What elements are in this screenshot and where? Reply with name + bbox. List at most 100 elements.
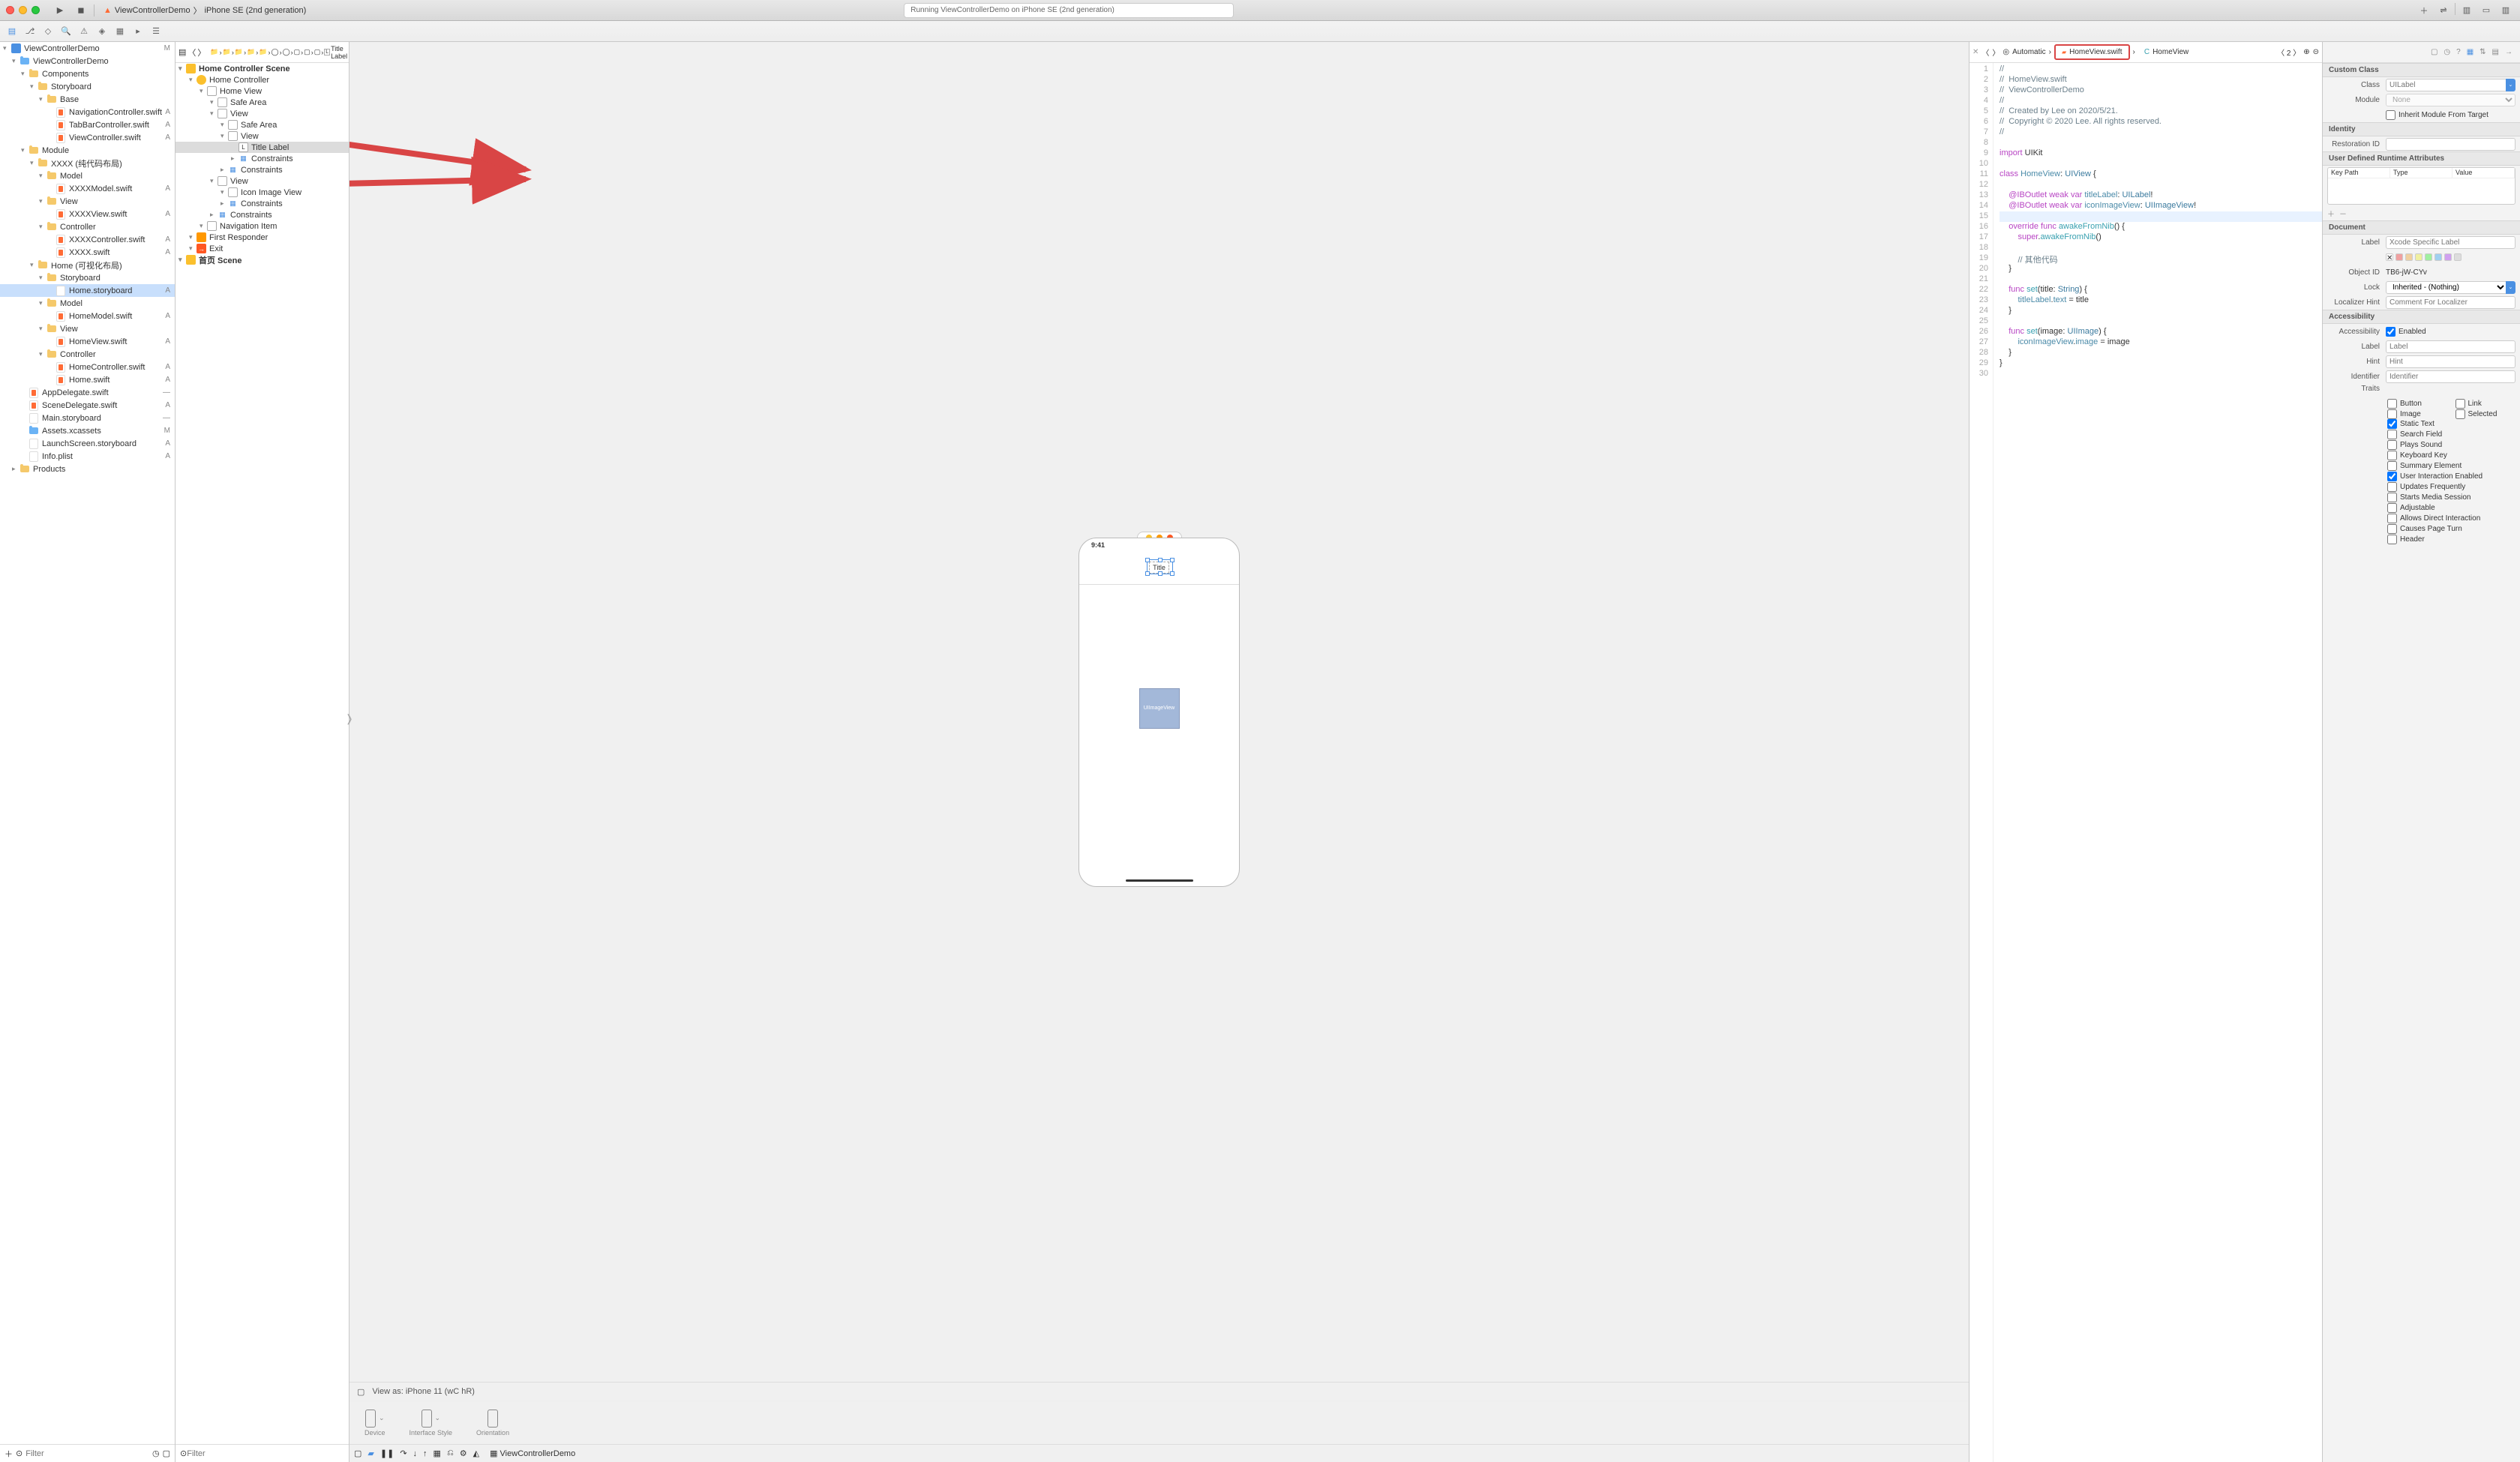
file-item[interactable]: Home.swiftA (0, 373, 175, 386)
document-label-field[interactable] (2386, 236, 2516, 249)
zoom-out-icon[interactable]: ▢ (354, 1449, 362, 1458)
interface-builder-canvas[interactable]: 9:41 Title (350, 42, 1970, 1462)
outline-item[interactable]: ▾Home Controller (176, 74, 349, 85)
file-item[interactable]: Info.plistA (0, 450, 175, 463)
outline-item[interactable]: ▾Home Controller Scene (176, 63, 349, 74)
folder-item[interactable]: ▾Controller (0, 348, 175, 361)
add-attr-icon[interactable]: ＋ (2327, 208, 2335, 219)
back-icon[interactable]: 〈 (1982, 46, 1989, 58)
accessibility-identifier-field[interactable] (2386, 370, 2516, 383)
automatic-mode-label[interactable]: Automatic (2012, 48, 2045, 56)
file-item[interactable]: XXXXView.swiftA (0, 208, 175, 220)
interface-style-picker[interactable]: ⌄ Interface Style (410, 1410, 453, 1437)
file-item[interactable]: TabBarController.swiftA (0, 118, 175, 131)
run-button[interactable]: ▶ (52, 3, 68, 18)
outline-item[interactable]: ▸▦Constraints (176, 198, 349, 209)
color-purple-swatch[interactable] (2444, 253, 2452, 261)
outline-item[interactable]: ▾View (176, 175, 349, 187)
editor-jumpbar[interactable]: ✕ 〈 〉 ◎ Automatic› ▰ HomeView.swift › C … (1970, 42, 2322, 63)
process-selector[interactable]: ▦ ViewControllerDemo (490, 1449, 575, 1458)
module-field[interactable]: None (2386, 94, 2516, 106)
file-item[interactable]: HomeModel.swiftA (0, 310, 175, 322)
outline-item[interactable]: ▾Navigation Item (176, 220, 349, 232)
class-dropdown-icon[interactable]: ⌄ (2506, 79, 2516, 91)
find-navigator-tab[interactable]: 🔍 (58, 24, 74, 39)
step-out-icon[interactable]: ↑ (423, 1449, 428, 1458)
close-editor-icon[interactable]: ✕ (1972, 48, 1978, 56)
trait-checkbox[interactable]: Selected (2456, 409, 2515, 419)
file-item[interactable]: XXXXController.swiftA (0, 233, 175, 246)
outline-item[interactable]: ▸▦Constraints (176, 209, 349, 220)
file-item[interactable]: Home.storyboardA (0, 284, 175, 297)
outline-filter-input[interactable] (187, 1449, 344, 1458)
color-none-swatch[interactable]: ✕ (2386, 253, 2393, 261)
outline-item[interactable]: ▸▦Constraints (176, 164, 349, 175)
view-as-bar[interactable]: ▢ View as: iPhone 11 (wC hR) (350, 1383, 1969, 1401)
outline-item[interactable]: LTitle Label (176, 142, 349, 153)
navigator-filter-input[interactable] (26, 1449, 149, 1458)
file-item[interactable]: SceneDelegate.swiftA (0, 399, 175, 412)
folder-item[interactable]: ▾Module (0, 144, 175, 157)
trait-checkbox[interactable]: Static Text (2387, 419, 2514, 429)
symbol-navigator-tab[interactable]: ◇ (40, 24, 56, 39)
file-item[interactable]: Main.storyboard— (0, 412, 175, 424)
folder-item[interactable]: ▾Components (0, 67, 175, 80)
folder-item[interactable]: ▾XXXX (纯代码布局) (0, 157, 175, 169)
trait-checkbox[interactable]: Keyboard Key (2387, 451, 2514, 460)
breakpoint-toggle-icon[interactable]: ▰ (368, 1449, 374, 1458)
outline-item[interactable]: ▾View (176, 130, 349, 142)
trait-checkbox[interactable]: Causes Page Turn (2387, 524, 2514, 534)
editor-options-icon[interactable]: ⊝ (2313, 48, 2319, 56)
trait-checkbox[interactable]: Summary Element (2387, 461, 2514, 471)
pause-icon[interactable]: ❚❚ (380, 1449, 394, 1458)
color-red-swatch[interactable] (2396, 253, 2403, 261)
restoration-id-field[interactable] (2386, 138, 2516, 151)
code-review-button[interactable]: ⇌ (2435, 3, 2452, 18)
issue-navigator-tab[interactable]: ⚠ (76, 24, 92, 39)
trait-checkbox[interactable]: Plays Sound (2387, 440, 2514, 450)
file-item[interactable]: XXXX.swiftA (0, 246, 175, 259)
toggle-inspector-button[interactable]: ▥ (2498, 3, 2514, 18)
trait-checkbox[interactable]: Link (2456, 399, 2515, 409)
test-navigator-tab[interactable]: ◈ (94, 24, 110, 39)
orientation-picker[interactable]: Orientation (476, 1410, 509, 1437)
debug-navigator-tab[interactable]: ▦ (112, 24, 128, 39)
lock-field[interactable]: Inherited - (Nothing) (2386, 281, 2507, 294)
trait-checkbox[interactable]: Button (2387, 399, 2446, 409)
color-gray-swatch[interactable] (2454, 253, 2462, 261)
trait-checkbox[interactable]: Allows Direct Interaction (2387, 514, 2514, 523)
outline-item[interactable]: ▾Safe Area (176, 97, 349, 108)
expand-handle-icon[interactable]: ❭ (345, 712, 354, 725)
inherit-module-checkbox[interactable] (2386, 110, 2396, 120)
file-item[interactable]: NavigationController.swiftA (0, 106, 175, 118)
report-navigator-tab[interactable]: ☰ (148, 24, 164, 39)
forward-icon[interactable]: 〉 (197, 46, 206, 58)
file-item[interactable]: HomeController.swiftA (0, 361, 175, 373)
scheme-selector[interactable]: ▲ ViewControllerDemo 〉 iPhone SE (2nd ge… (99, 4, 310, 16)
remove-attr-icon[interactable]: － (2339, 208, 2347, 219)
folder-item[interactable]: ▾Base (0, 93, 175, 106)
color-yellow-swatch[interactable] (2415, 253, 2422, 261)
localizer-hint-field[interactable] (2386, 296, 2516, 309)
size-inspector-tab[interactable]: ▤ (2492, 48, 2499, 56)
color-orange-swatch[interactable] (2405, 253, 2413, 261)
close-window-button[interactable] (6, 6, 14, 14)
location-icon[interactable]: ◭ (473, 1449, 479, 1458)
folder-item[interactable]: ▸Products (0, 463, 175, 475)
trait-checkbox[interactable]: Search Field (2387, 430, 2514, 439)
source-control-tab[interactable]: ⎇ (22, 24, 38, 39)
toggle-navigator-button[interactable]: ▥ (2458, 3, 2475, 18)
memory-icon[interactable]: ⎌ (447, 1449, 454, 1458)
recent-filter-icon[interactable]: ◷ (152, 1449, 160, 1458)
folder-item[interactable]: ▾Model (0, 169, 175, 182)
project-navigator-tab[interactable]: ▤ (4, 24, 20, 39)
automatic-mode-icon[interactable]: ◎ (2002, 48, 2009, 56)
view-as-toggle-icon[interactable]: ▢ (357, 1387, 364, 1397)
class-field[interactable] (2386, 79, 2507, 91)
outline-item[interactable]: ▾Home View (176, 85, 349, 97)
folder-item[interactable]: ▾Storyboard (0, 271, 175, 284)
source-editor[interactable]: 1234567891011121314151617181920212223242… (1970, 63, 2322, 1462)
device-picker[interactable]: ⌄ Device (364, 1410, 386, 1437)
add-file-icon[interactable]: ＋ (4, 1448, 13, 1460)
toggle-outline-icon[interactable]: ▤ (178, 47, 186, 57)
